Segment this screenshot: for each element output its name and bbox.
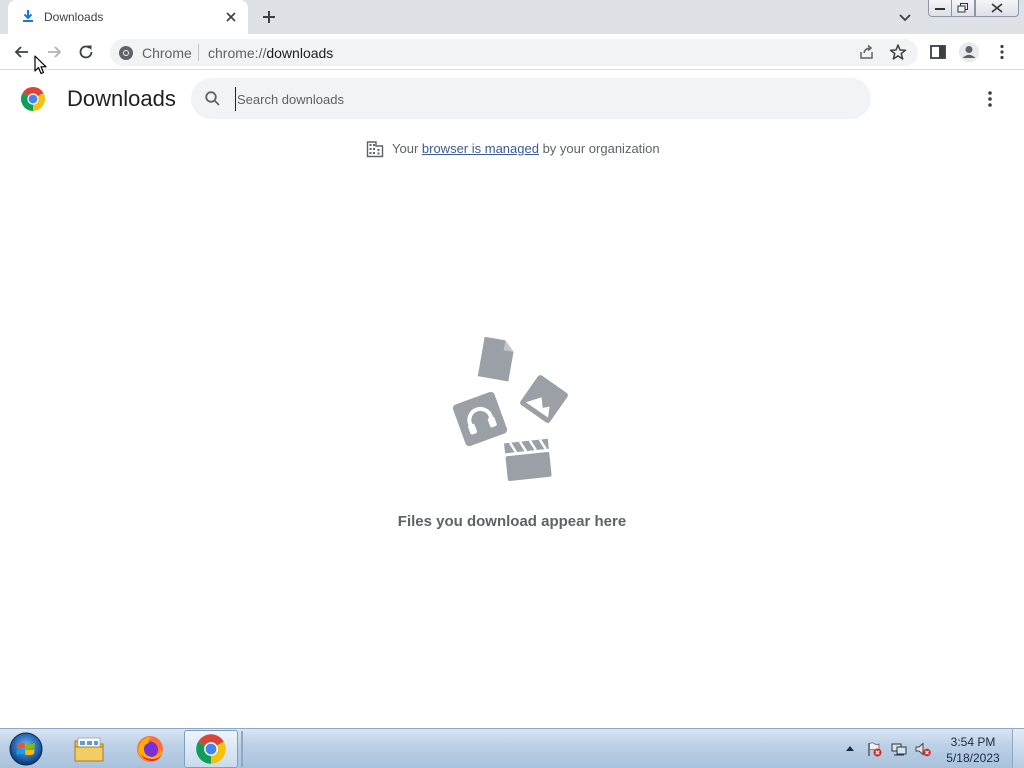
close-window-button[interactable] [975,0,1019,17]
minimize-button[interactable] [928,0,952,17]
firefox-icon [137,736,163,762]
chrome-logo-icon [20,86,46,111]
restore-button[interactable] [951,0,975,17]
tab-title: Downloads [44,10,104,24]
mouse-cursor-icon [34,55,47,75]
bookmark-star-icon[interactable] [889,43,907,61]
chevron-down-icon[interactable] [897,9,913,25]
building-icon [366,141,384,158]
reload-icon[interactable] [76,42,96,62]
restore-icon [957,3,968,13]
side-panel-icon[interactable] [928,42,948,62]
url-scheme: chrome:// [208,45,267,61]
profile-avatar-icon[interactable] [958,41,980,63]
taskbar-firefox[interactable] [123,730,177,768]
managed-suffix: by your organization [538,141,660,156]
show-hidden-icons-icon[interactable] [845,744,855,752]
taskbar-chrome[interactable] [184,730,238,768]
managed-prefix: Your [392,141,422,156]
new-tab-icon[interactable] [260,8,278,26]
show-desktop-button[interactable] [1012,729,1024,768]
windows-taskbar: 3:54 PM 5/18/2023 [0,728,1024,768]
download-icon [23,10,33,22]
omnibox-separator [198,44,199,61]
address-bar[interactable]: Chrome chrome://downloads [110,39,918,66]
clock-date: 5/18/2023 [946,751,1000,765]
empty-downloads-illustration-icon [452,336,568,482]
search-input[interactable] [235,87,835,111]
more-actions-icon[interactable] [981,89,999,109]
empty-state-message: Files you download appear here [397,513,627,530]
clock-time: 3:54 PM [950,735,996,749]
tab-downloads[interactable]: Downloads [8,0,248,34]
search-box[interactable] [191,78,871,119]
site-name: Chrome [142,45,192,61]
volume-muted-icon[interactable] [915,741,931,757]
tab-strip: Downloads [0,0,1024,34]
managed-text: Your browser is managed by your organiza… [392,141,660,156]
close-icon [991,3,1003,13]
back-icon[interactable] [12,42,32,62]
folder-icon [74,737,104,762]
url-text[interactable]: chrome://downloads [208,45,333,61]
close-tab-icon[interactable] [223,9,239,25]
system-clock[interactable]: 3:54 PM 5/18/2023 [940,734,1006,766]
windows-start-icon[interactable] [6,731,46,767]
taskbar-separator [241,731,243,767]
chrome-site-icon [119,46,133,60]
url-host: downloads [266,45,334,61]
browser-managed-link[interactable]: browser is managed [422,141,539,156]
page-title: Downloads [67,86,176,111]
chrome-menu-icon[interactable] [992,42,1012,62]
minimize-icon [935,8,945,10]
action-center-flag-icon[interactable] [866,741,882,757]
share-icon[interactable] [858,44,875,61]
browser-toolbar: Chrome chrome://downloads [0,34,1024,70]
chrome-icon [196,734,226,764]
search-icon [205,91,220,106]
network-icon[interactable] [891,741,907,757]
taskbar-file-explorer[interactable] [62,730,116,768]
